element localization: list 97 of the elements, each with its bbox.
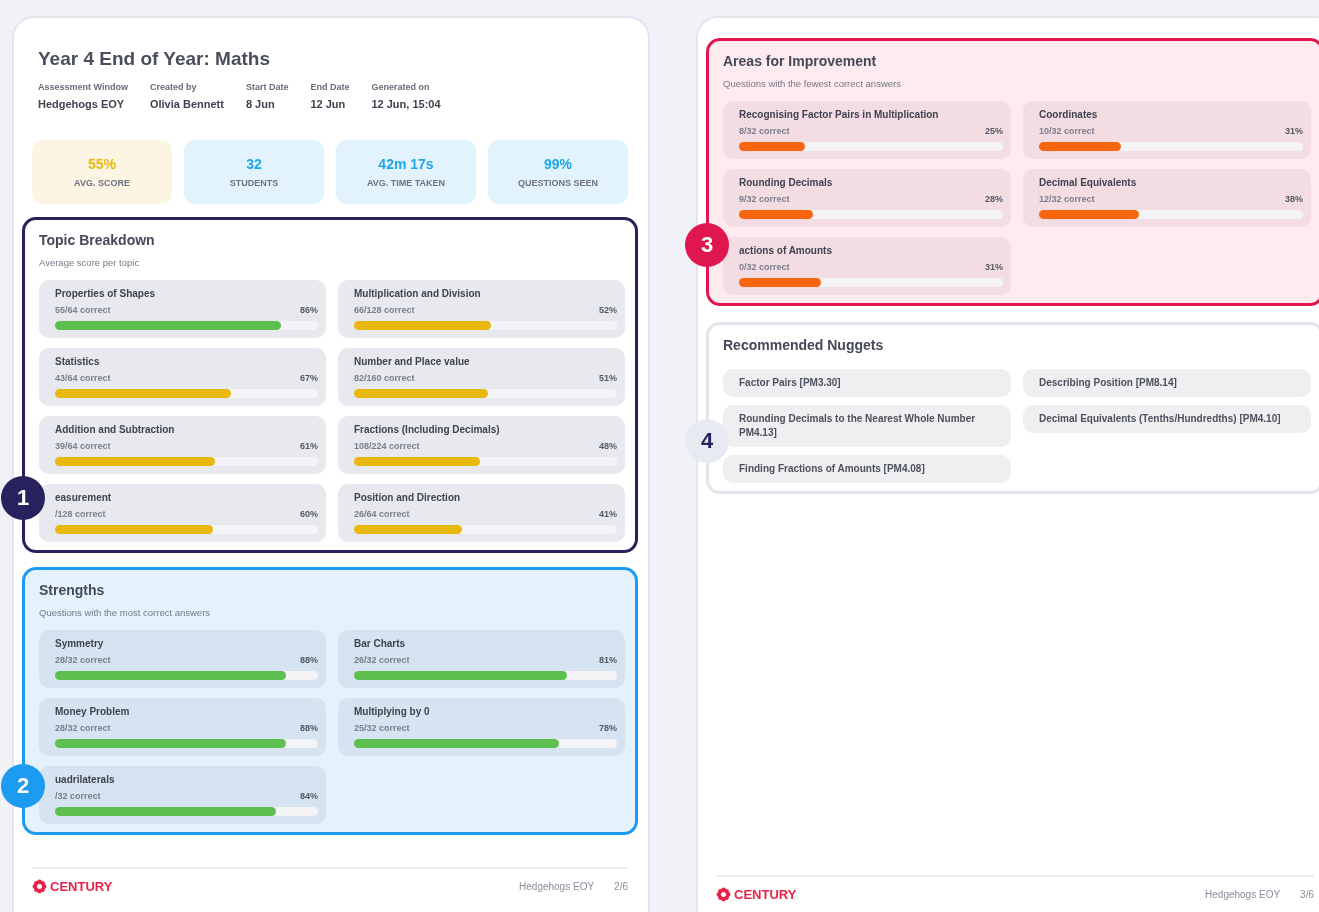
percent-value: 51% [599,373,617,383]
meta-label: Start Date [245,82,289,92]
section-subtitle: Questions with the most correct answers [39,607,212,618]
topic-name: Coordinates [1039,109,1099,120]
nugget-item[interactable]: Rounding Decimals to the Nearest Whole Number PM4.13] [723,405,1011,447]
section-title: Areas for Improvement [723,53,878,69]
stat-value: 32 [246,156,262,172]
section-subtitle: Questions with the fewest correct answers [723,78,902,89]
number-badge: 1 [1,476,45,520]
correct-count: 28/32 correct [55,655,111,665]
number-badge: 2 [1,764,45,808]
correct-count: 12/32 correct [1039,194,1095,204]
stat-value: 99% [544,156,572,172]
section-title: Topic Breakdown [39,232,156,248]
percent-value: 61% [300,441,318,451]
flower-logo-icon [716,887,731,902]
stat-label: AVG. SCORE [74,178,130,188]
brand-logo-text: CENTURY [734,887,797,902]
topic-name: Addition and Subtraction [55,424,176,435]
percent-value: 60% [300,509,318,519]
correct-count: 28/32 correct [55,723,111,733]
meta-value: 12 Jun [310,98,347,110]
topic-name: uadrilaterals [55,774,116,785]
correct-count: 10/32 correct [1039,126,1095,136]
correct-count: /32 correct [55,791,101,801]
percent-value: 84% [300,791,318,801]
percent-value: 86% [300,305,318,315]
correct-count: 26/32 correct [354,655,410,665]
percent-value: 81% [599,655,617,665]
nugget-item[interactable]: Factor Pairs [PM3.30] [723,369,1011,397]
nugget-item[interactable]: Finding Fractions of Amounts [PM4.08] [723,455,1011,483]
correct-count: 26/64 correct [354,509,410,519]
correct-count: 8/32 correct [739,126,790,136]
percent-value: 25% [985,126,1003,136]
stat-label: QUESTIONS SEEN [518,178,598,188]
correct-count: 9/32 correct [739,194,790,204]
flower-logo-icon [32,879,47,894]
page-number: 3/6 [1300,889,1314,900]
topic-name: Bar Charts [354,638,407,649]
meta-label: Generated on [371,82,431,92]
number-badge: 3 [685,223,729,267]
topic-name: Statistics [55,356,101,367]
correct-count: 25/32 correct [354,723,410,733]
stat-value: 42m 17s [378,156,434,172]
correct-count: 0/32 correct [739,262,790,272]
topic-name: Fractions (Including Decimals) [354,424,501,435]
meta-value: 8 Jun [245,98,276,110]
correct-count: /128 correct [55,509,106,519]
topic-name: Symmetry [55,638,105,649]
nugget-item[interactable]: Decimal Equivalents (Tenths/Hundredths) [PM4.10] [1023,405,1311,433]
percent-value: 31% [1285,126,1303,136]
topic-name: easurement [55,492,113,503]
topic-name: actions of Amounts [739,245,833,256]
nugget-item[interactable]: Describing Position [PM8.14] [1023,369,1311,397]
percent-value: 67% [300,373,318,383]
topic-name: Number and Place value [354,356,471,367]
percent-value: 41% [599,509,617,519]
topic-name: Rounding Decimals [739,177,834,188]
topic-name: Properties of Shapes [55,288,157,299]
meta-label: End Date [310,82,350,92]
topic-name: Multiplication and Division [354,288,482,299]
percent-value: 28% [985,194,1003,204]
correct-count: 39/64 correct [55,441,111,451]
meta-label: Assessment Window [38,82,128,92]
section-title: Recommended Nuggets [723,337,885,353]
topic-name: Money Problem [55,706,131,717]
meta-value: Hedgehogs EOY [38,98,126,110]
footer-document-name: Hedgehogs EOY [1205,889,1281,900]
percent-value: 31% [985,262,1003,272]
section-title: Strengths [39,582,106,598]
footer-document-name: Hedgehogs EOY [519,881,595,892]
topic-name: Decimal Equivalents [1039,177,1138,188]
percent-value: 38% [1285,194,1303,204]
percent-value: 88% [300,723,318,733]
stat-label: STUDENTS [229,178,279,188]
percent-value: 48% [599,441,617,451]
percent-value: 88% [300,655,318,665]
number-badge: 4 [685,419,729,463]
percent-value: 78% [599,723,617,733]
stat-value: 55% [88,156,116,172]
correct-count: 55/64 correct [55,305,111,315]
meta-label: Created by [149,82,198,92]
meta-value: 12 Jun, 15:04 [371,98,441,110]
meta-value: Olivia Bennett [149,98,224,110]
correct-count: 108/224 correct [354,441,420,451]
brand-logo-text: CENTURY [50,879,113,894]
topic-name: Position and Direction [354,492,462,503]
topic-name: Multiplying by 0 [354,706,431,717]
stat-label: AVG. TIME TAKEN [366,178,446,188]
page-number: 2/6 [614,881,628,892]
correct-count: 82/160 correct [354,373,415,383]
correct-count: 43/64 correct [55,373,111,383]
report-title: Year 4 End of Year: Maths [38,48,271,70]
correct-count: 66/128 correct [354,305,415,315]
percent-value: 52% [599,305,617,315]
section-subtitle: Average score per topic [39,257,141,268]
topic-name: Recognising Factor Pairs in Multiplication [739,109,940,120]
